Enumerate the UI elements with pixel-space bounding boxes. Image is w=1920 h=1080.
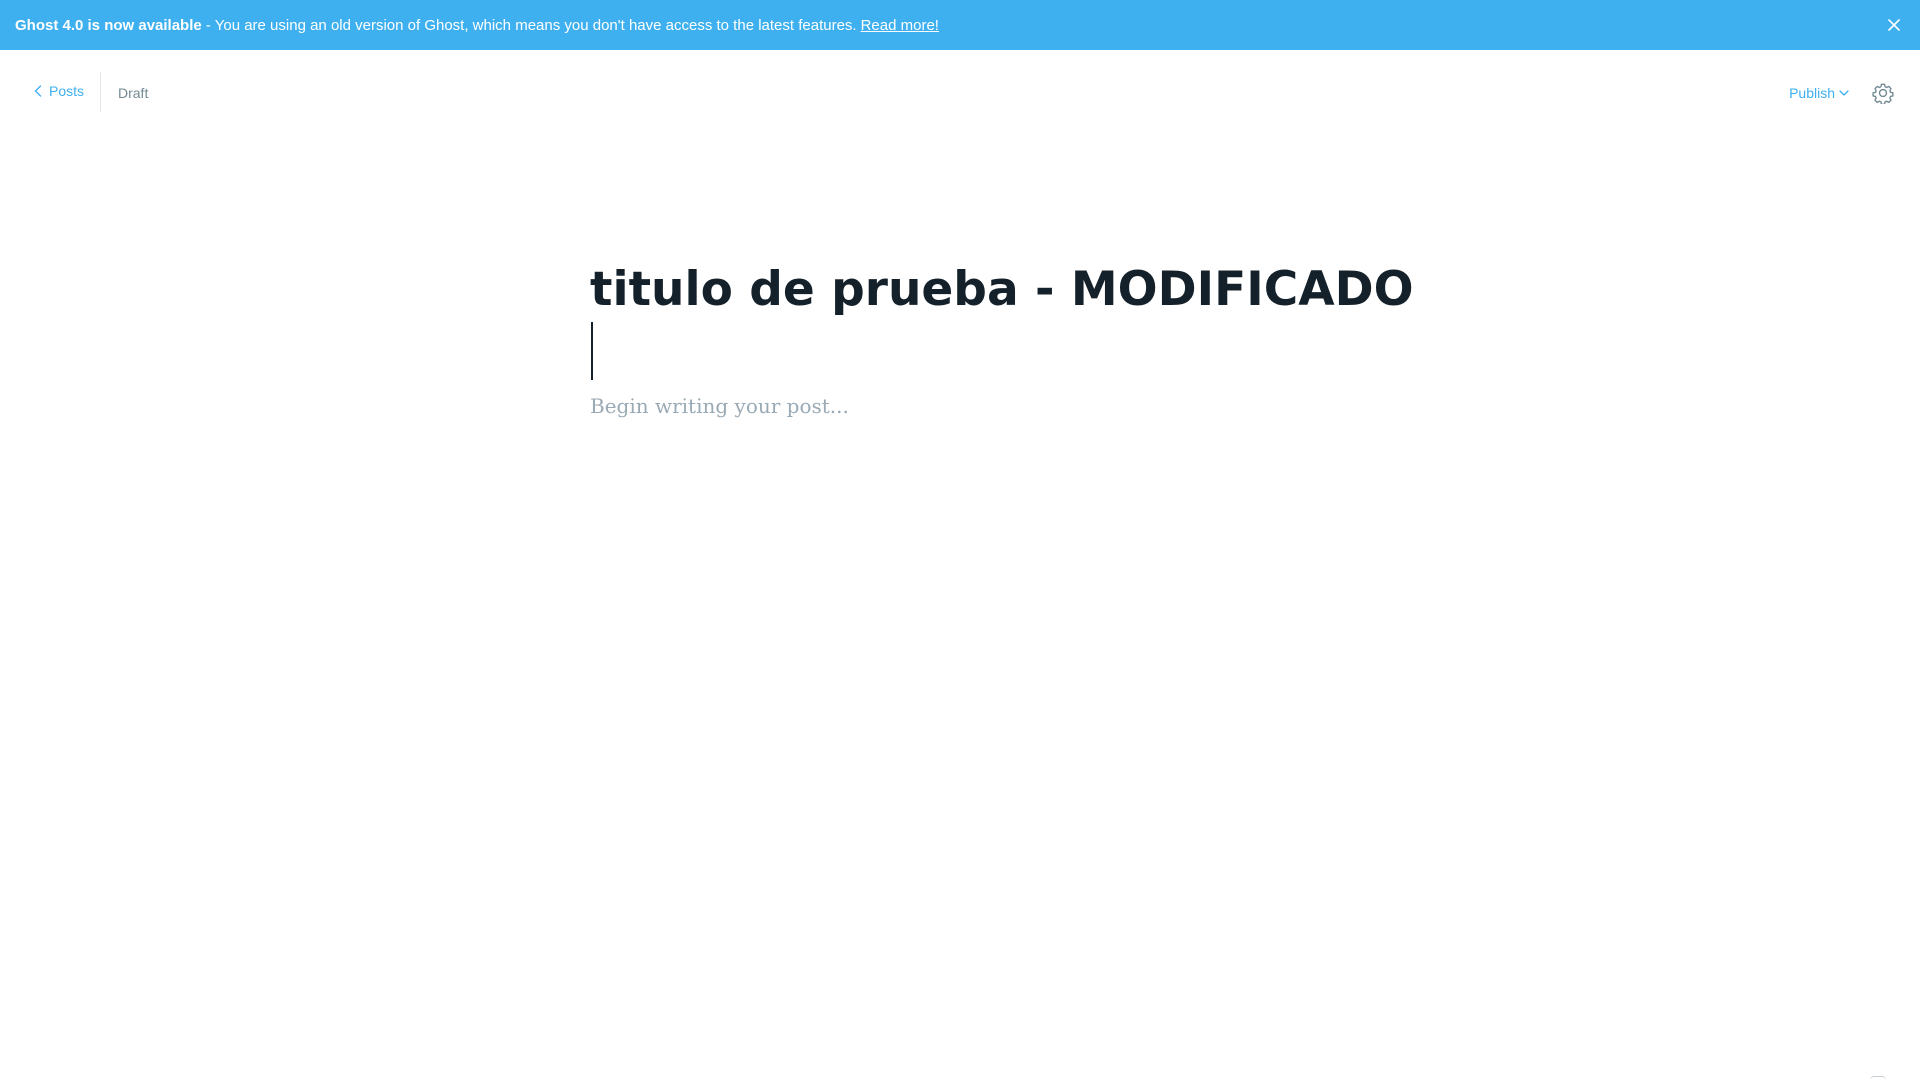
post-title-input[interactable]: titulo de prueba - MODIFICADO [590, 250, 1414, 330]
upgrade-banner: Ghost 4.0 is now available - You are usi… [0, 0, 1920, 50]
corner-indicator [1870, 1076, 1886, 1080]
banner-headline: Ghost 4.0 is now available [15, 16, 202, 34]
gear-icon[interactable] [1872, 82, 1894, 105]
header-divider [100, 72, 101, 112]
close-icon[interactable] [1884, 15, 1904, 35]
title-field[interactable]: titulo de prueba - MODIFICADO [590, 250, 1414, 380]
publish-label: Publish [1789, 85, 1835, 101]
post-status: Draft [118, 85, 149, 101]
banner-message: You are using an old version of Ghost, w… [214, 16, 857, 34]
post-body-editor[interactable]: Begin writing your post... [590, 394, 1330, 418]
read-more-link[interactable]: Read more! [861, 17, 939, 34]
banner-separator: - [205, 16, 211, 34]
editor-header: Posts Draft Publish [0, 50, 1920, 135]
chevron-left-icon [34, 85, 42, 97]
publish-menu-button[interactable]: Publish [1789, 85, 1849, 101]
chevron-down-icon [1839, 90, 1849, 96]
back-link-label: Posts [49, 83, 85, 99]
text-caret [591, 322, 593, 380]
back-to-posts-link[interactable]: Posts [34, 83, 84, 99]
post-editor: titulo de prueba - MODIFICADO Begin writ… [590, 250, 1414, 418]
